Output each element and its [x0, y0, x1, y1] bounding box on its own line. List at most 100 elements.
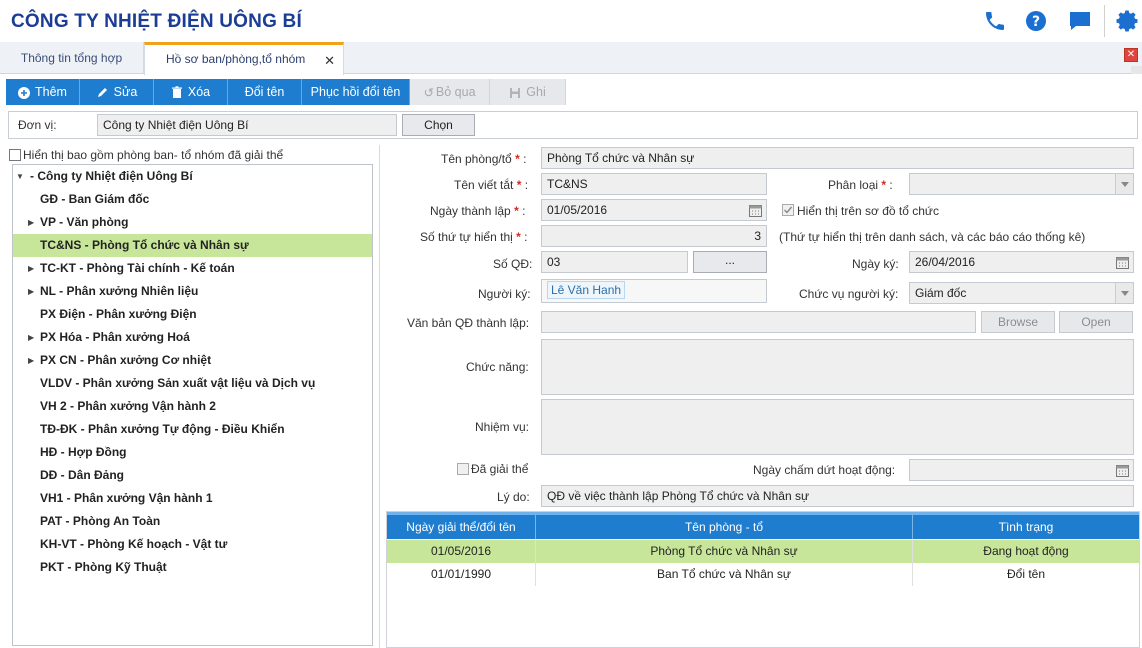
tree-item[interactable]: ▶ TC-KT - Phòng Tài chính - Kế toán — [13, 257, 372, 280]
col-date-header[interactable]: Ngày giải thể/đổi tên — [387, 515, 536, 539]
expand-arrow-icon[interactable]: ▶ — [28, 280, 34, 303]
signer-label: Người ký: — [478, 287, 531, 301]
decision-no-field[interactable]: 03 — [541, 251, 688, 273]
floppy-icon — [510, 87, 521, 98]
function-label: Chức năng: — [466, 360, 529, 374]
scrollbar-top[interactable] — [1131, 66, 1142, 74]
tree-item[interactable]: VLDV - Phân xưởng Sản xuất vật liệu và D… — [13, 372, 372, 395]
tree-item-label: PX CN - Phân xưởng Cơ nhiệt — [40, 353, 212, 367]
col-name-header[interactable]: Tên phòng - tổ — [536, 515, 913, 539]
skip-button[interactable]: ↺ Bỏ qua — [410, 79, 490, 105]
tree-item[interactable]: ▶ VP - Văn phòng — [13, 211, 372, 234]
short-name-label: Tên viết tắt * : — [454, 178, 529, 192]
department-tree: ▼ - Công ty Nhiệt điện Uông Bí GĐ - Ban … — [12, 164, 373, 646]
reason-field[interactable]: QĐ về việc thành lập Phòng Tổ chức và Nh… — [541, 485, 1134, 507]
tree-item[interactable]: VH 2 - Phân xưởng Vận hành 2 — [13, 395, 372, 418]
expand-arrow-icon[interactable]: ▶ — [28, 326, 34, 349]
cell-date: 01/01/1990 — [387, 563, 536, 586]
chevron-down-icon[interactable] — [1115, 174, 1133, 194]
gear-icon[interactable] — [1115, 9, 1139, 33]
delete-button-label: Xóa — [187, 85, 211, 99]
dissolved-checkbox[interactable] — [457, 463, 469, 475]
grid-header: Ngày giải thể/đổi tên Tên phòng - tổ Tìn… — [387, 512, 1139, 539]
help-icon[interactable]: ? — [1024, 9, 1048, 33]
tree-item[interactable]: PKT - Phòng Kỹ Thuật — [13, 556, 372, 579]
delete-button[interactable]: Xóa — [154, 79, 228, 105]
header-divider — [1104, 5, 1105, 37]
chevron-down-icon[interactable] — [1115, 283, 1133, 303]
tree-item[interactable]: ▶ PX Hóa - Phân xưởng Hoá — [13, 326, 372, 349]
window-close-icon[interactable]: ✕ — [1124, 48, 1138, 62]
founded-date-field[interactable]: 01/05/2016 — [541, 199, 767, 221]
tree-item[interactable]: PX Điện - Phân xưởng Điện — [13, 303, 372, 326]
tab-bar: Thông tin tổng hợp Hồ sơ ban/phòng,tổ nh… — [0, 42, 1142, 75]
dept-name-field[interactable]: Phòng Tổ chức và Nhân sự — [541, 147, 1134, 169]
pencil-icon — [97, 88, 107, 98]
duty-textarea[interactable] — [541, 399, 1134, 455]
tree-item[interactable]: ▶ PX CN - Phân xưởng Cơ nhiệt — [13, 349, 372, 372]
panel-splitter[interactable] — [379, 145, 380, 648]
phone-icon[interactable] — [983, 9, 1007, 33]
add-button-label: Thêm — [35, 85, 67, 99]
choose-unit-button[interactable]: Chọn — [402, 114, 475, 136]
tree-item-label: PAT - Phòng An Toàn — [40, 514, 161, 528]
show-dissolved-checkbox[interactable] — [9, 149, 21, 161]
tree-item-label: TĐ-ĐK - Phân xưởng Tự động - Điều Khiển — [40, 422, 285, 436]
signer-title-select[interactable]: Giám đốc — [909, 282, 1134, 304]
tab-department-records[interactable]: Hồ sơ ban/phòng,tổ nhóm ✕ — [144, 42, 344, 75]
expand-arrow-icon[interactable]: ▶ — [28, 349, 34, 372]
expand-arrow-icon[interactable]: ▶ — [28, 257, 34, 280]
calendar-icon[interactable] — [749, 204, 762, 217]
edit-button[interactable]: Sửa — [80, 79, 154, 105]
calendar-icon[interactable] — [1116, 256, 1129, 269]
order-field[interactable]: 3 — [541, 225, 767, 247]
cell-status: Đổi tên — [1006, 567, 1046, 581]
add-button[interactable]: Thêm — [6, 79, 80, 105]
tab-department-records-label: Hồ sơ ban/phòng,tổ nhóm — [166, 52, 306, 66]
unit-field[interactable]: Công ty Nhiệt điện Uông Bí — [97, 114, 397, 136]
tree-item[interactable]: VH1 - Phân xưởng Vận hành 1 — [13, 487, 372, 510]
tree-item[interactable]: DĐ - Dân Đảng — [13, 464, 372, 487]
browse-button[interactable]: Browse — [981, 311, 1055, 333]
short-name-field[interactable]: TC&NS — [541, 173, 767, 195]
tree-item[interactable]: ▶ NL - Phân xưởng Nhiên liệu — [13, 280, 372, 303]
decision-lookup-button[interactable]: ... — [693, 251, 767, 273]
tree-item[interactable]: TĐ-ĐK - Phân xưởng Tự động - Điều Khiển — [13, 418, 372, 441]
duty-label: Nhiệm vụ: — [475, 420, 530, 434]
end-date-field[interactable] — [909, 459, 1134, 481]
show-dissolved-label: Hiển thị bao gồm phòng ban- tổ nhóm đã g… — [23, 148, 284, 162]
tree-root[interactable]: ▼ - Công ty Nhiệt điện Uông Bí — [13, 165, 372, 188]
tree-item[interactable]: HĐ - Hợp Đồng — [13, 441, 372, 464]
tree-item[interactable]: PAT - Phòng An Toàn — [13, 510, 372, 533]
tree-item[interactable]: KH-VT - Phòng Kế hoạch - Vật tư — [13, 533, 372, 556]
open-button[interactable]: Open — [1059, 311, 1133, 333]
tree-item-label: GĐ - Ban Giám đốc — [40, 192, 150, 206]
founded-label: Ngày thành lập * : — [430, 204, 526, 218]
order-note: (Thứ tự hiển thị trên danh sách, và các … — [779, 230, 1086, 244]
expand-arrow-icon[interactable]: ▶ — [28, 211, 34, 234]
category-select[interactable] — [909, 173, 1134, 195]
show-on-chart-checkbox[interactable] — [782, 204, 794, 216]
history-grid: Ngày giải thể/đổi tên Tên phòng - tổ Tìn… — [386, 511, 1140, 648]
doc-field[interactable] — [541, 311, 976, 333]
function-textarea[interactable] — [541, 339, 1134, 395]
table-row[interactable]: 01/05/2016 Phòng Tổ chức và Nhân sự Đang… — [387, 540, 1139, 563]
tree-item[interactable]: GĐ - Ban Giám đốc — [13, 188, 372, 211]
tree-item-label: TC&NS - Phòng Tổ chức và Nhân sự — [40, 238, 249, 252]
tab-close-icon[interactable]: ✕ — [324, 54, 335, 67]
cell-date: 01/05/2016 — [387, 540, 536, 563]
calendar-icon[interactable] — [1116, 464, 1129, 477]
tab-general-info[interactable]: Thông tin tổng hợp — [0, 42, 144, 74]
tree-item[interactable]: TC&NS - Phòng Tổ chức và Nhân sự — [13, 234, 372, 257]
collapse-arrow-icon[interactable]: ▼ — [16, 165, 24, 188]
sign-date-field[interactable]: 26/04/2016 — [909, 251, 1134, 273]
rename-button[interactable]: Đổi tên — [228, 79, 302, 105]
category-label: Phân loại * : — [828, 178, 893, 192]
chat-icon[interactable] — [1068, 9, 1092, 33]
save-button[interactable]: Ghi — [490, 79, 566, 105]
col-status-header[interactable]: Tình trạng — [913, 515, 1139, 539]
restore-rename-button[interactable]: Phục hồi đổi tên — [302, 79, 410, 105]
table-row[interactable]: 01/01/1990 Ban Tổ chức và Nhân sự Đổi tê… — [387, 563, 1139, 586]
signer-chip[interactable]: Lê Văn Hanh — [547, 281, 626, 299]
signer-field[interactable]: Lê Văn Hanh — [541, 279, 767, 303]
